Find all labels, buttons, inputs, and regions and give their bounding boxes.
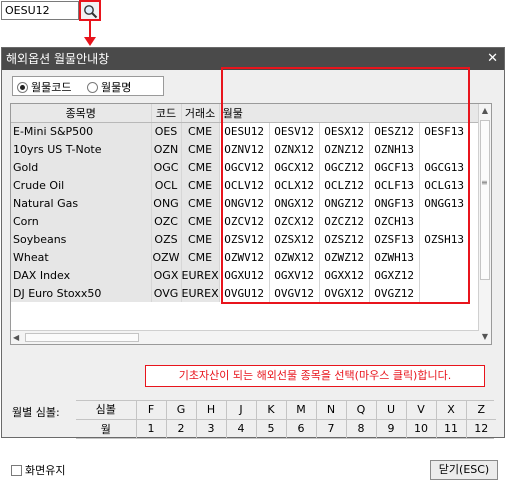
contract-code[interactable]: OGX xyxy=(151,266,182,284)
header-code[interactable]: 코드 xyxy=(151,104,182,123)
contract-exchange[interactable]: EUREX xyxy=(181,266,220,284)
contract-code[interactable]: OVG xyxy=(151,284,182,302)
radio-label: 월물명 xyxy=(101,81,132,94)
contract-exchange[interactable]: CME xyxy=(181,122,220,140)
keep-screen-checkbox[interactable]: 화면유지 xyxy=(11,462,65,478)
magnifier-icon xyxy=(84,5,98,19)
scroll-up-icon[interactable]: ▲ xyxy=(479,104,491,118)
radio-month-code[interactable]: 월물코드 xyxy=(17,79,71,95)
contract-code[interactable]: ONG xyxy=(151,194,182,212)
contract-exchange[interactable]: EUREX xyxy=(181,284,220,302)
contract-code[interactable]: OZS xyxy=(151,230,182,248)
contract-name[interactable]: Corn xyxy=(11,212,152,230)
contract-code[interactable]: OZN xyxy=(151,140,182,158)
contract-name[interactable]: Gold xyxy=(11,158,152,176)
month-symbols-highlight xyxy=(221,67,470,304)
instruction-callout: 기초자산이 되는 해외선물 종목을 선택(마우스 클릭)합니다. xyxy=(145,365,485,387)
keep-screen-label: 화면유지 xyxy=(25,464,66,477)
month-table-border xyxy=(76,400,494,439)
contract-name[interactable]: E-Mini S&P500 xyxy=(11,122,152,140)
contract-name[interactable]: DAX Index xyxy=(11,266,152,284)
header-exchange[interactable]: 거래소 xyxy=(181,104,220,123)
scroll-left-icon[interactable]: ◀ xyxy=(13,331,19,344)
contract-name[interactable]: Crude Oil xyxy=(11,176,152,194)
radio-unselected-icon xyxy=(87,81,98,93)
header-name[interactable]: 종목명 xyxy=(11,104,152,123)
contract-name[interactable]: Wheat xyxy=(11,248,152,266)
contract-exchange[interactable]: CME xyxy=(181,140,220,158)
contract-exchange[interactable]: CME xyxy=(181,194,220,212)
month-symbol-label: 월별 심볼: xyxy=(12,406,60,419)
contract-name[interactable]: Soybeans xyxy=(11,230,152,248)
scroll-thumb[interactable] xyxy=(480,120,490,280)
contract-name[interactable]: DJ Euro Stoxx50 xyxy=(11,284,152,302)
scroll-down-icon[interactable]: ▼ xyxy=(479,330,491,344)
vertical-scrollbar[interactable]: ▲ ≡ ▼ xyxy=(478,104,491,344)
radio-label: 월물코드 xyxy=(31,81,72,94)
contract-name[interactable]: Natural Gas xyxy=(11,194,152,212)
close-icon[interactable]: ✕ xyxy=(487,48,498,70)
close-button[interactable]: 닫기(ESC) xyxy=(430,460,498,480)
contract-exchange[interactable]: CME xyxy=(181,230,220,248)
contract-code[interactable]: OES xyxy=(151,122,182,140)
contract-code[interactable]: OGC xyxy=(151,158,182,176)
display-mode-group: 월물코드 월물명 xyxy=(12,76,164,96)
contract-code[interactable]: OZC xyxy=(151,212,182,230)
contract-exchange[interactable]: CME xyxy=(181,158,220,176)
pointer-arrow-head xyxy=(84,37,96,46)
contract-code[interactable]: OCL xyxy=(151,176,182,194)
contract-exchange[interactable]: CME xyxy=(181,248,220,266)
window-title: 해외옵션 월물안내창 xyxy=(6,52,110,66)
radio-month-name[interactable]: 월물명 xyxy=(87,79,131,95)
search-button[interactable] xyxy=(79,0,101,21)
contract-exchange[interactable]: CME xyxy=(181,176,220,194)
contract-code[interactable]: OZW xyxy=(151,248,182,266)
checkbox-icon xyxy=(11,464,22,476)
horizontal-scrollbar[interactable]: ◀ xyxy=(11,330,479,344)
grip-icon: ≡ xyxy=(481,178,488,187)
hscroll-thumb[interactable] xyxy=(25,333,139,342)
radio-selected-icon xyxy=(17,81,28,93)
symbol-input[interactable]: OESU12 xyxy=(1,1,79,20)
contract-exchange[interactable]: CME xyxy=(181,212,220,230)
contract-name[interactable]: 10yrs US T-Note xyxy=(11,140,152,158)
